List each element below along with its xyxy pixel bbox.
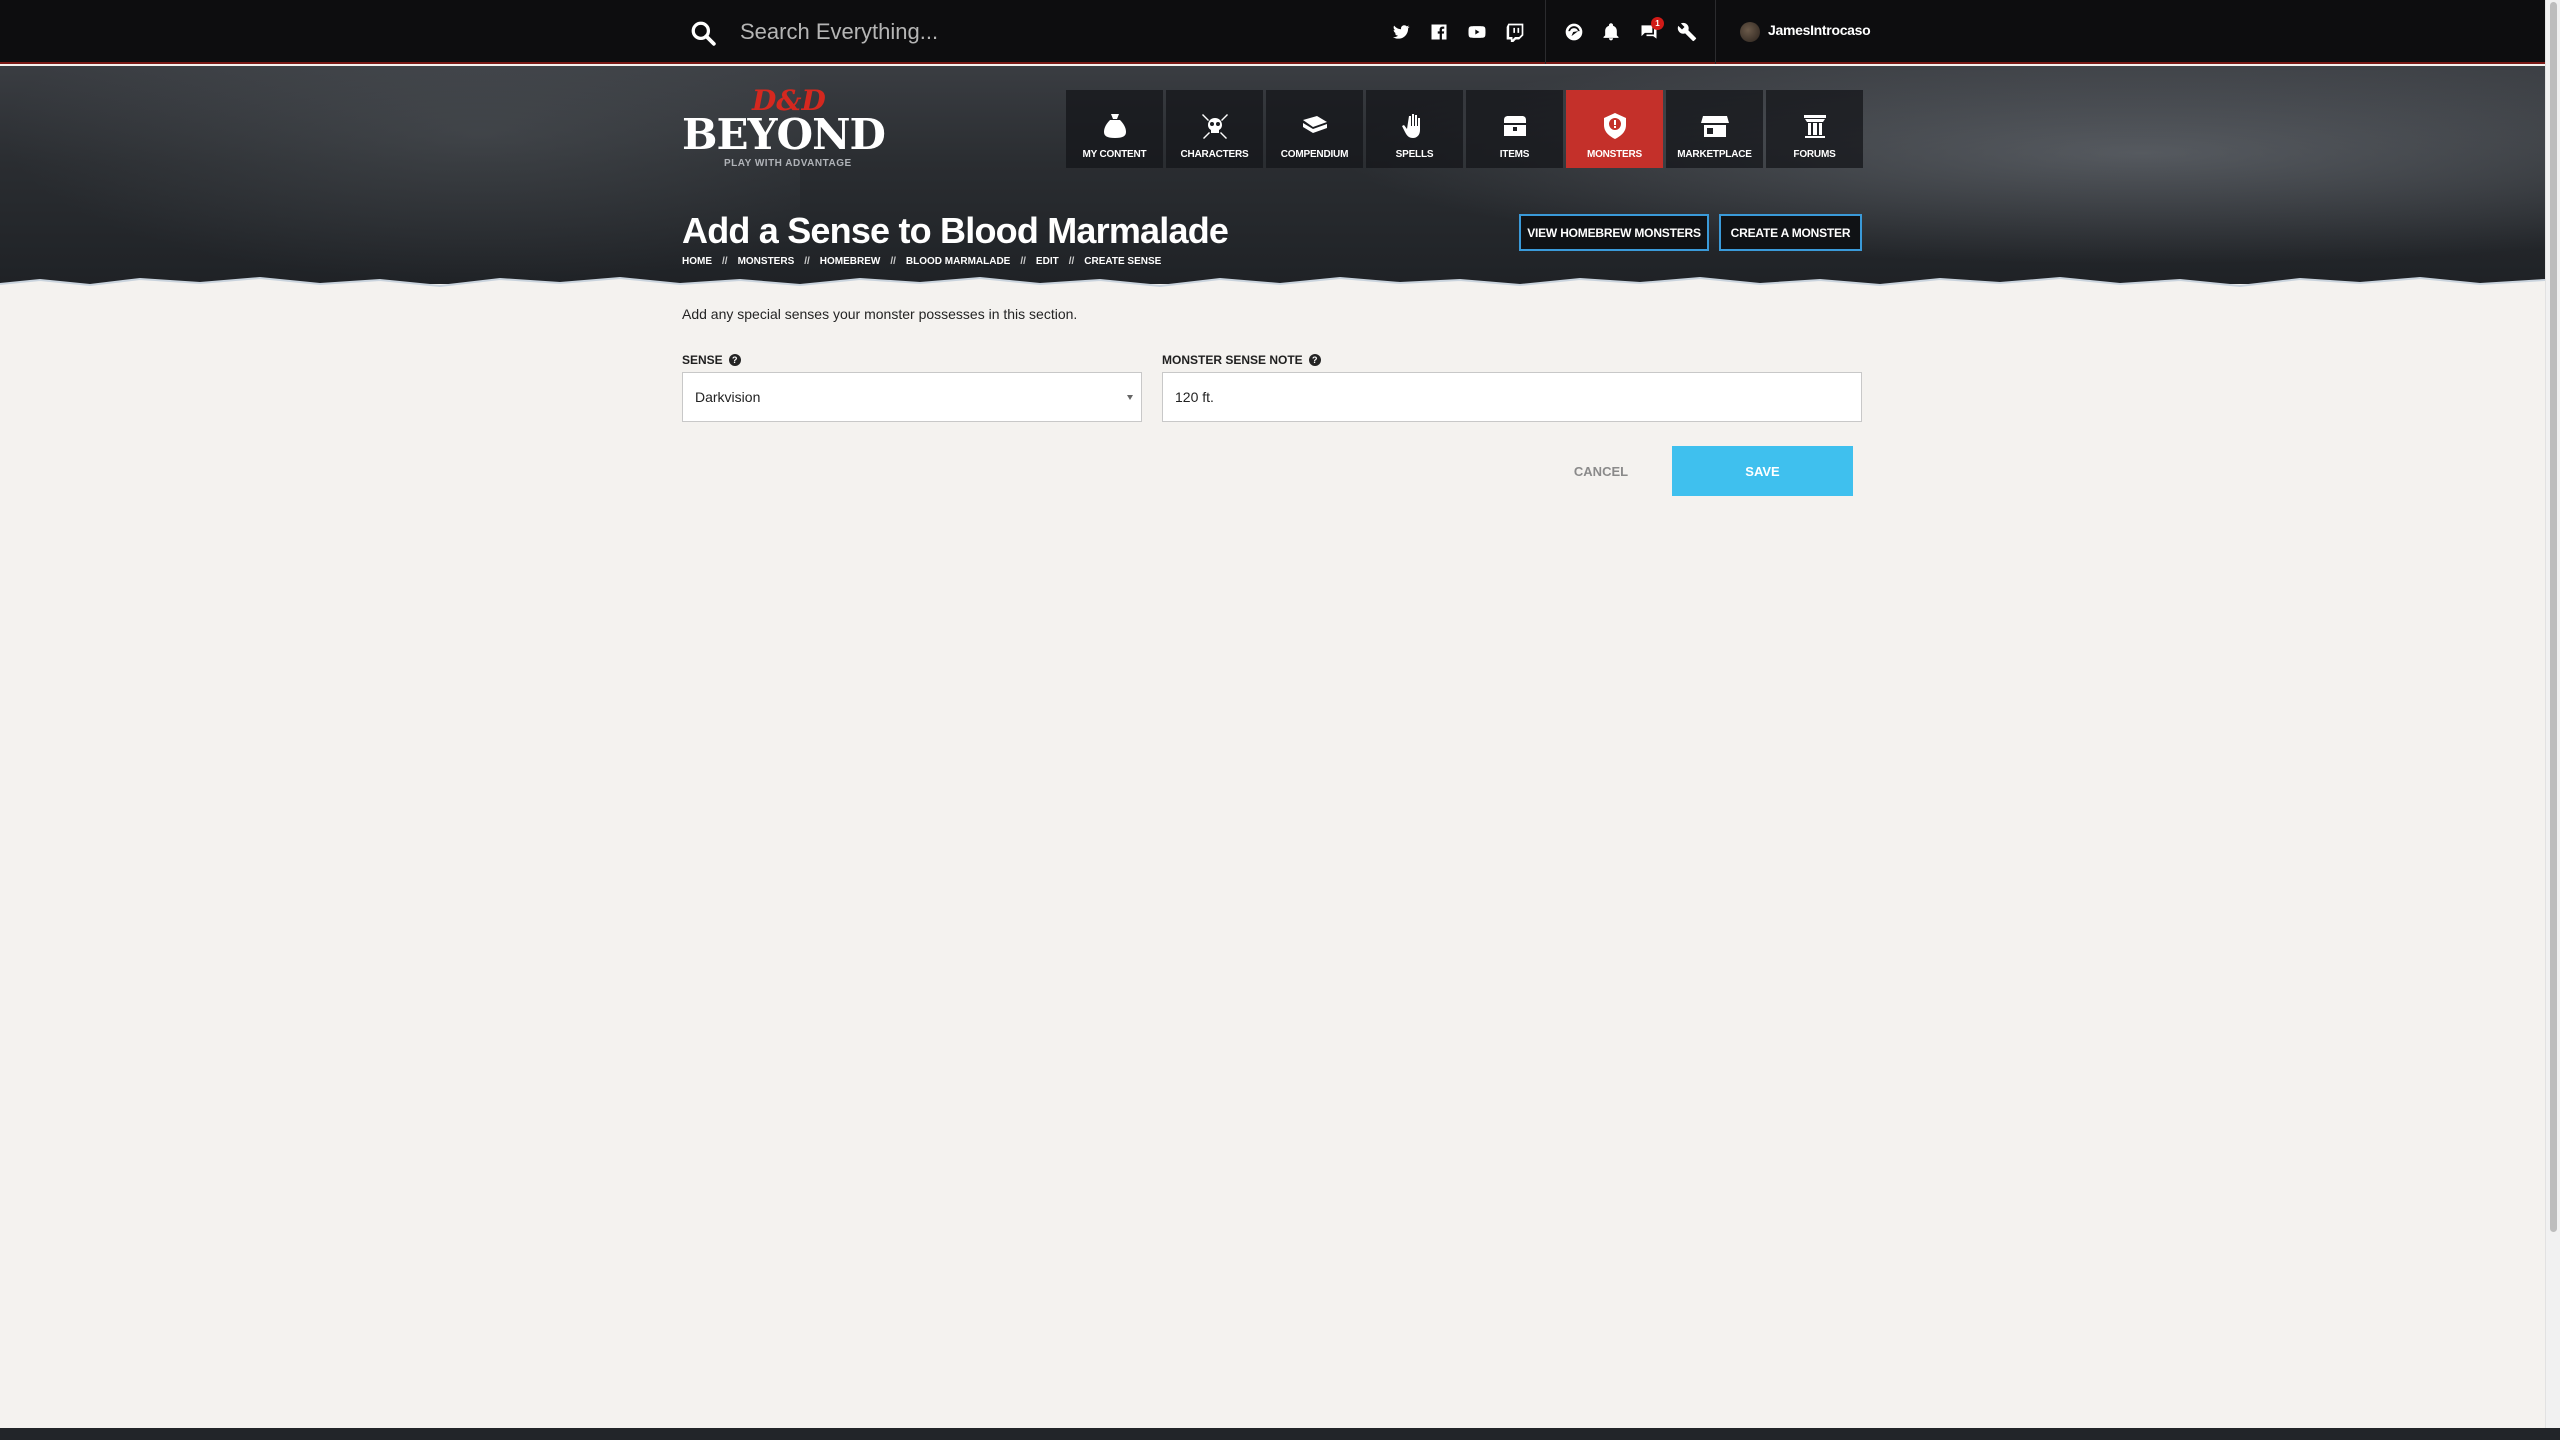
breadcrumb-homebrew[interactable]: HOMEBREW	[820, 256, 881, 267]
shop-icon	[1698, 109, 1732, 143]
dnd-beyond-logo[interactable]: D&D BEYOND PLAY WITH ADVANTAGE	[682, 84, 886, 174]
breadcrumb-separator: //	[722, 256, 728, 267]
chevron-down-icon	[1127, 395, 1133, 400]
nav-item-forums[interactable]: FORUMS	[1766, 90, 1863, 168]
twitch-icon[interactable]	[1503, 20, 1527, 44]
page-scrollbar[interactable]	[2545, 0, 2560, 1440]
sense-field-label: SENSE ?	[682, 353, 741, 367]
nav-item-characters[interactable]: CHARACTERS	[1166, 90, 1263, 168]
logo-tagline: PLAY WITH ADVANTAGE	[724, 158, 852, 169]
nav-item-spells[interactable]: SPELLS	[1366, 90, 1463, 168]
sense-select[interactable]: Darkvision	[682, 372, 1142, 422]
sense-label-text: SENSE	[682, 353, 723, 367]
column-icon	[1798, 109, 1832, 143]
sense-note-label-text: MONSTER SENSE NOTE	[1162, 353, 1303, 367]
breadcrumb-separator: //	[804, 256, 810, 267]
breadcrumb-separator: //	[890, 256, 896, 267]
help-icon[interactable]: ?	[1308, 354, 1321, 366]
page-title: Add a Sense to Blood Marmalade	[682, 210, 1229, 251]
nav-label: SPELLS	[1395, 149, 1434, 160]
logo-beyond: BEYOND	[682, 110, 886, 159]
youtube-icon[interactable]	[1465, 20, 1489, 44]
nav-item-compendium[interactable]: COMPENDIUM	[1266, 90, 1363, 168]
nav-item-items[interactable]: ITEMS	[1466, 90, 1563, 168]
nav-label: MY CONTENT	[1082, 149, 1147, 160]
nav-item-my-content[interactable]: MY CONTENT	[1066, 90, 1163, 168]
help-icon[interactable]: ?	[728, 354, 741, 366]
shield-icon	[1598, 109, 1632, 143]
search-icon[interactable]	[690, 20, 716, 46]
username[interactable]: JamesIntrocaso	[1768, 22, 1871, 38]
create-monster-button[interactable]: CREATE A MONSTER	[1719, 214, 1862, 251]
bottom-bar	[0, 1428, 2560, 1440]
sense-note-input[interactable]	[1162, 372, 1862, 422]
nav-label: CHARACTERS	[1180, 149, 1249, 160]
nav-item-monsters[interactable]: MONSTERS	[1566, 90, 1663, 168]
sense-select-value: Darkvision	[695, 389, 761, 405]
breadcrumb: HOME // MONSTERS // HOMEBREW // BLOOD MA…	[682, 256, 1161, 267]
breadcrumb-edit[interactable]: EDIT	[1036, 256, 1059, 267]
view-homebrew-monsters-button[interactable]: VIEW HOMEBREW MONSTERS	[1519, 214, 1709, 251]
chest-icon	[1498, 109, 1532, 143]
intro-text: Add any special senses your monster poss…	[682, 306, 1078, 322]
nav-label: MARKETPLACE	[1677, 149, 1752, 160]
breadcrumb-separator: //	[1020, 256, 1026, 267]
breadcrumb-blood-marmalade[interactable]: BLOOD MARMALADE	[906, 256, 1010, 267]
bell-icon[interactable]	[1599, 20, 1623, 44]
facebook-icon[interactable]	[1427, 20, 1451, 44]
notification-badge: 1	[1651, 17, 1664, 30]
book-icon	[1298, 109, 1332, 143]
torn-paper-edge	[0, 276, 2545, 300]
wrench-icon[interactable]	[1675, 20, 1699, 44]
top-bar: 1 JamesIntrocaso	[0, 0, 2545, 64]
search-input[interactable]	[740, 14, 1240, 50]
nav-item-marketplace[interactable]: MARKETPLACE	[1666, 90, 1763, 168]
breadcrumb-separator: //	[1068, 256, 1075, 267]
topbar-divider	[1545, 0, 1546, 64]
save-button[interactable]: SAVE	[1672, 446, 1853, 496]
hand-icon	[1398, 109, 1432, 143]
nav-label: COMPENDIUM	[1280, 149, 1349, 160]
breadcrumb-home[interactable]: HOME	[682, 256, 712, 267]
sense-note-field-label: MONSTER SENSE NOTE ?	[1162, 353, 1321, 367]
topbar-divider	[1715, 0, 1716, 64]
breadcrumb-create-sense: CREATE SENSE	[1084, 256, 1162, 267]
nav-label: ITEMS	[1499, 149, 1530, 160]
bag-icon	[1098, 109, 1132, 143]
breadcrumb-monsters[interactable]: MONSTERS	[738, 256, 795, 267]
scrollbar-thumb[interactable]	[2550, 2, 2557, 1232]
avatar[interactable]	[1740, 22, 1760, 42]
cancel-button[interactable]: CANCEL	[1560, 446, 1642, 496]
skull-swords-icon	[1198, 109, 1232, 143]
nav-label: MONSTERS	[1586, 149, 1643, 160]
nav-label: FORUMS	[1793, 149, 1836, 160]
compass-icon[interactable]	[1562, 20, 1586, 44]
main-nav: MY CONTENT CHARACTERS COMPENDIUM SPELLS …	[1066, 90, 1863, 168]
twitter-icon[interactable]	[1389, 20, 1413, 44]
